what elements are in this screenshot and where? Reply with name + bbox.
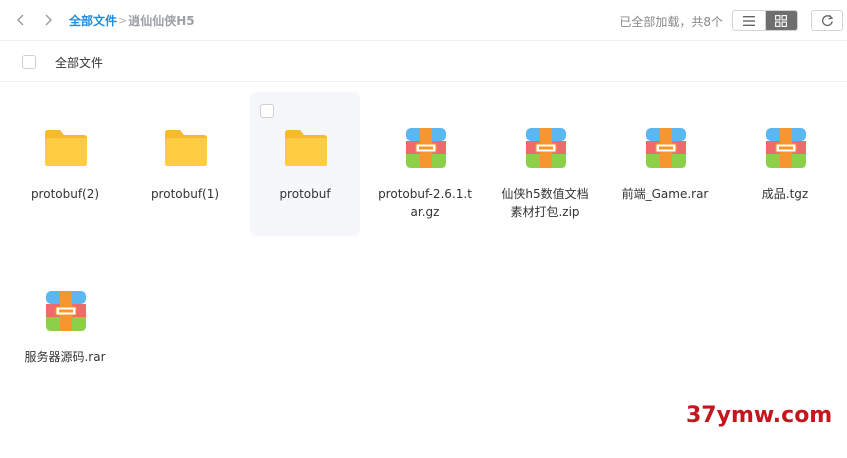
archive-icon <box>523 125 569 171</box>
file-item[interactable]: 服务器源码.rar <box>10 255 120 399</box>
folder-icon <box>283 125 329 171</box>
archive-icon <box>43 288 89 334</box>
file-item-name: protobuf(2) <box>30 187 100 201</box>
file-item-name: protobuf-2.6.1.tar.gz <box>378 187 472 219</box>
breadcrumb: 全部文件 > 逍仙仙侠H5 <box>69 12 195 29</box>
view-mode-toggle <box>732 10 798 31</box>
grid-icon <box>775 14 788 27</box>
file-item[interactable]: protobuf-2.6.1.tar.gz <box>370 92 480 236</box>
file-item-name: protobuf(1) <box>150 187 220 201</box>
file-item-checkbox[interactable] <box>260 104 274 118</box>
load-status-text: 已全部加载，共8个 <box>619 15 723 29</box>
select-all-label: 全部文件 <box>55 56 104 70</box>
chevron-right-icon[interactable] <box>38 10 58 30</box>
file-item[interactable]: 仙侠h5数值文档素材打包.zip <box>490 92 600 236</box>
folder-icon <box>43 125 89 171</box>
archive-icon <box>403 125 449 171</box>
archive-icon <box>643 125 689 171</box>
file-item-name: protobuf <box>279 187 331 201</box>
refresh-icon <box>821 14 833 27</box>
file-item-name: 前端_Game.rar <box>621 187 709 201</box>
breadcrumb-separator: > <box>118 14 128 27</box>
file-item-name: 成品.tgz <box>761 187 809 201</box>
file-item[interactable]: protobuf(2) <box>10 92 120 236</box>
file-item[interactable]: 成品.tgz <box>730 92 840 236</box>
file-item[interactable]: protobuf(1) <box>130 92 240 236</box>
file-item[interactable]: protobuf <box>250 92 360 236</box>
file-item-name: 仙侠h5数值文档素材打包.zip <box>501 187 589 219</box>
archive-icon <box>763 125 809 171</box>
refresh-button[interactable] <box>811 10 843 31</box>
file-item[interactable]: 前端_Game.rar <box>610 92 720 236</box>
top-toolbar: 全部文件 > 逍仙仙侠H5 已全部加载，共8个 <box>0 0 847 41</box>
folder-icon <box>163 125 209 171</box>
select-all-checkbox[interactable] <box>22 55 36 69</box>
file-item-name: 服务器源码.rar <box>24 350 106 364</box>
select-all-bar: 全部文件 <box>0 41 847 82</box>
list-icon <box>742 15 755 26</box>
watermark-text: 37ymw.com <box>686 403 833 428</box>
chevron-left-icon[interactable] <box>11 10 31 30</box>
breadcrumb-root[interactable]: 全部文件 <box>69 12 117 29</box>
list-view-button[interactable] <box>733 11 765 30</box>
grid-view-button[interactable] <box>764 11 797 30</box>
breadcrumb-current: 逍仙仙侠H5 <box>128 14 195 28</box>
